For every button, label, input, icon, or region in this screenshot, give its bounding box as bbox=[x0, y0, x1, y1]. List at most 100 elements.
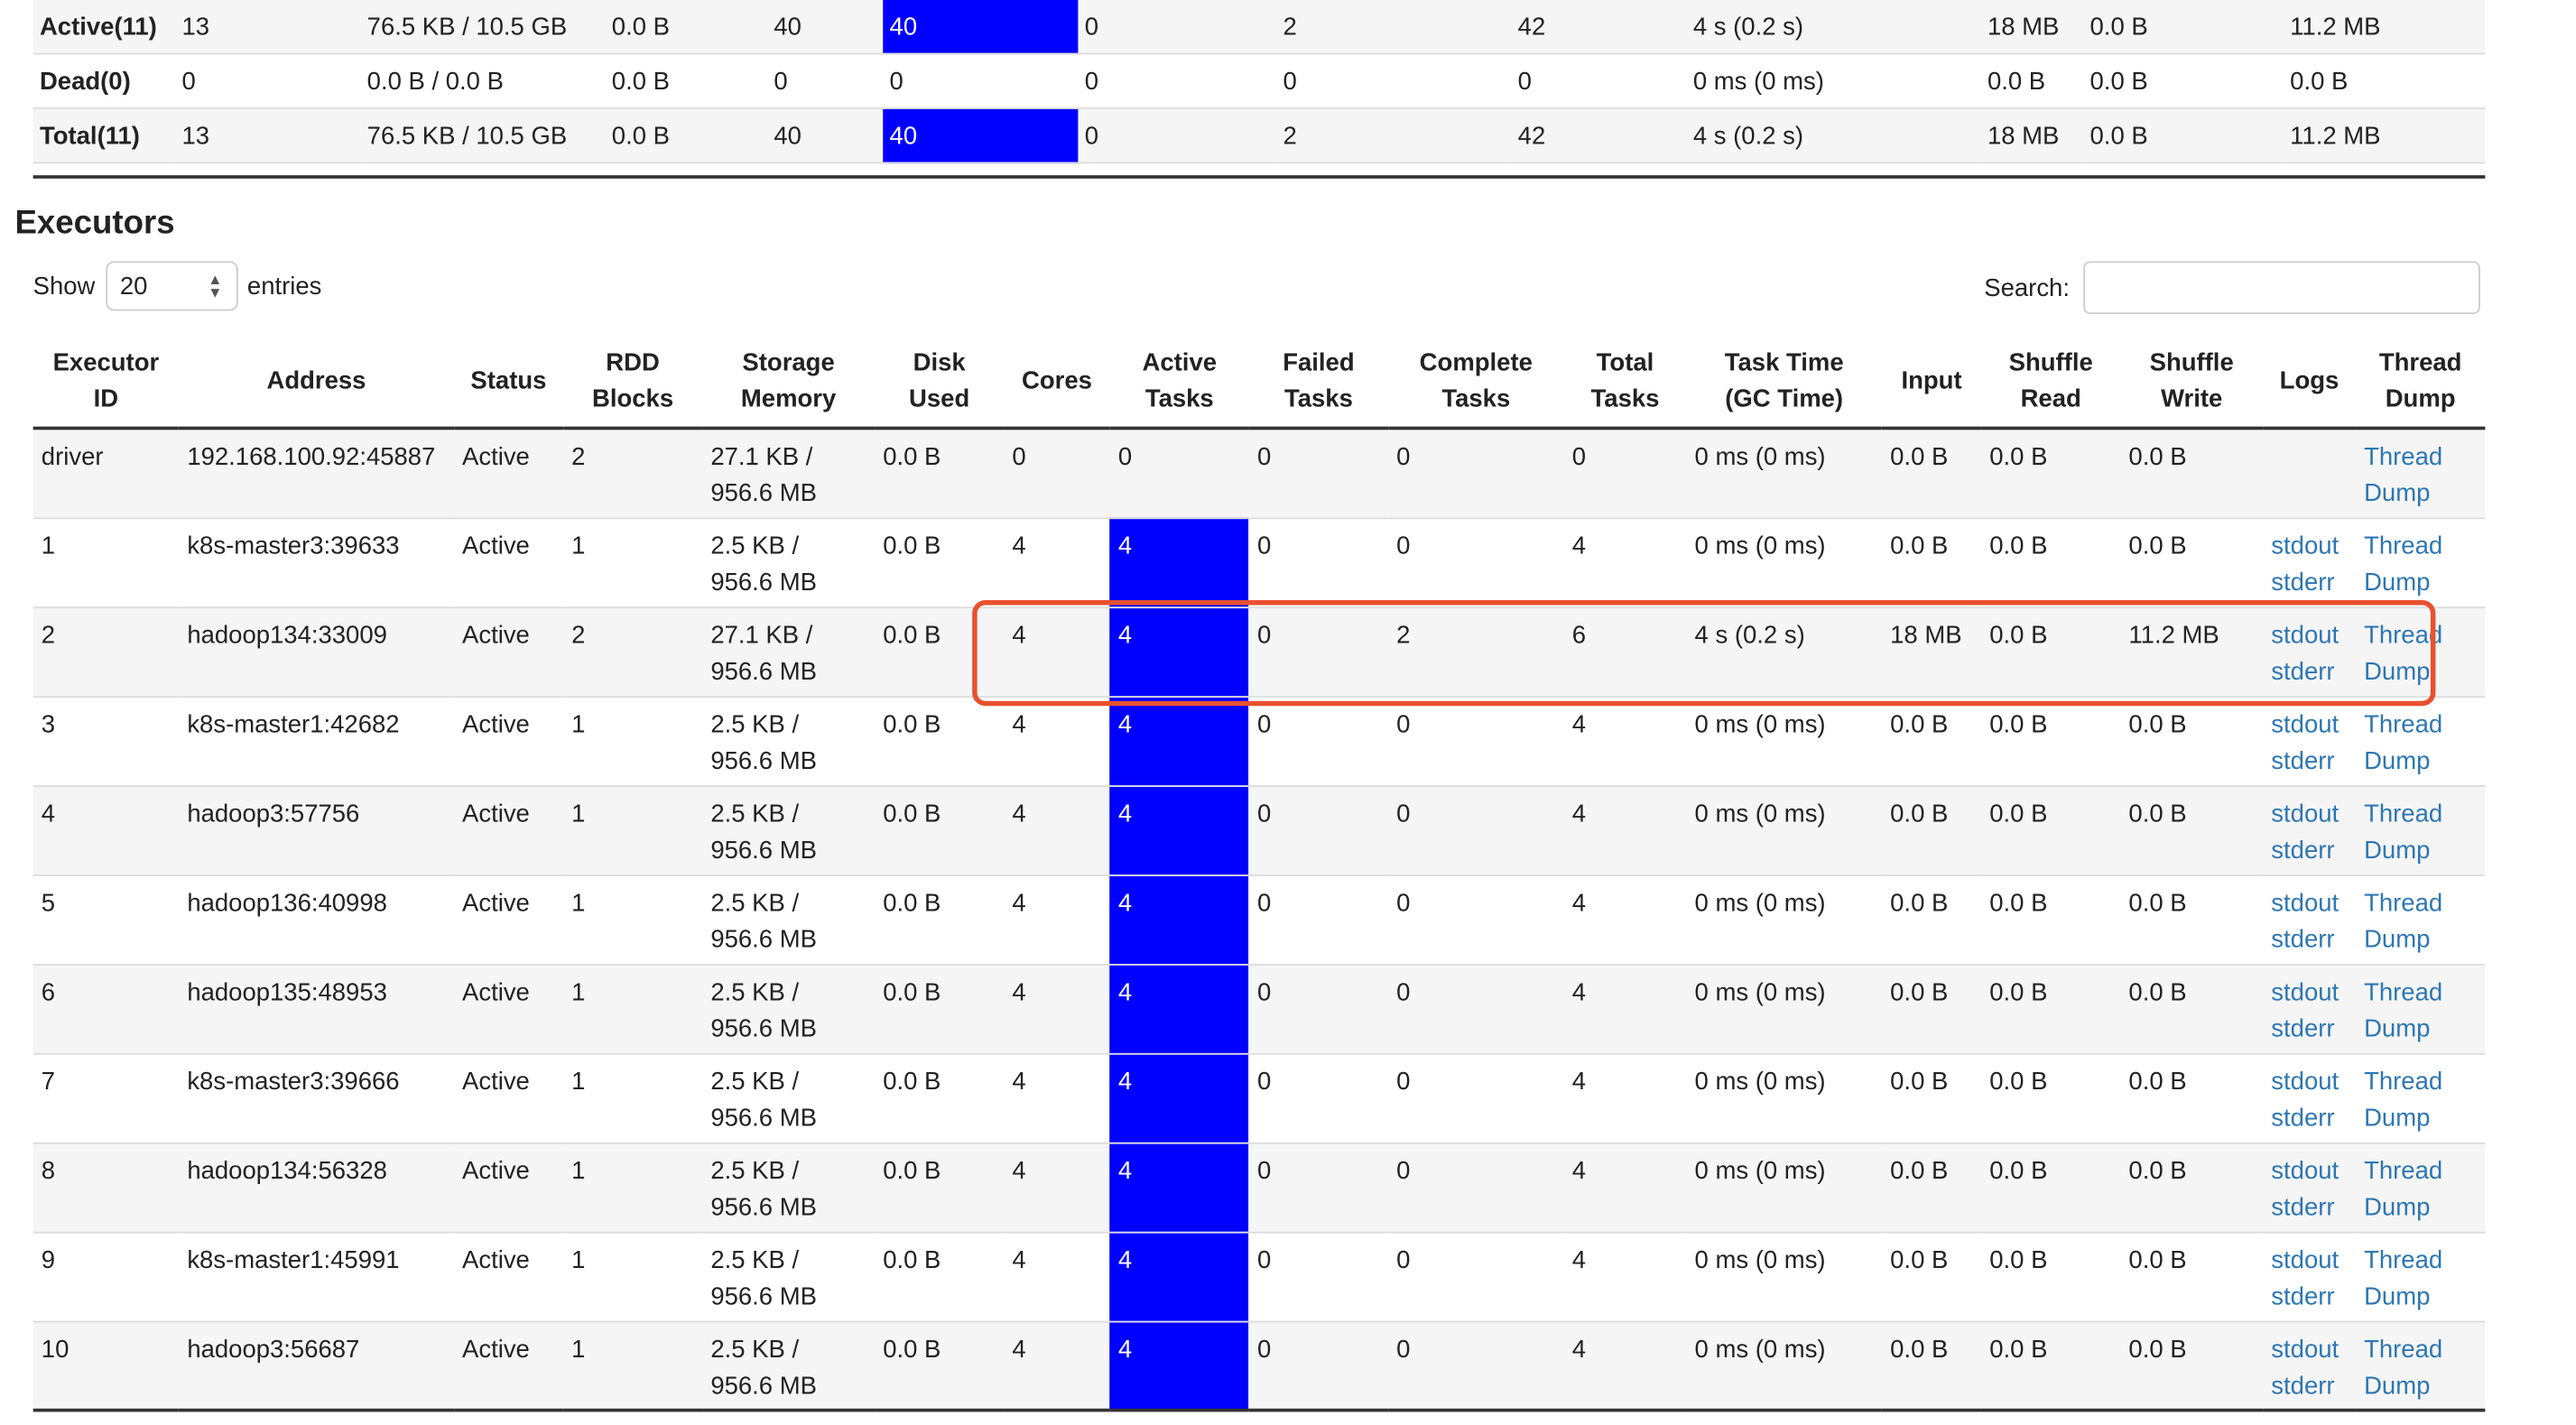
cell-address: k8s-master3:39666 bbox=[179, 1052, 454, 1143]
cell-logs: stdout stderr bbox=[2263, 1142, 2356, 1233]
summary-row: Total(11) 13 76.5 KB / 10.5 GB 0.0 B 40 40 0 2 4… bbox=[32, 107, 2486, 163]
cell-status: Active bbox=[453, 428, 563, 519]
stdout-link[interactable]: stdout bbox=[2271, 1243, 2347, 1279]
table-row: 5 hadoop136:40998 Active 1 2.5 KB / 956.6 MB 0… bbox=[32, 874, 2486, 965]
cell-cores: 4 bbox=[1004, 963, 1110, 1054]
column-header[interactable]: Storage Memory bbox=[702, 337, 876, 430]
thread-dump-link[interactable]: Thread Dump bbox=[2364, 796, 2477, 869]
stdout-link[interactable]: stdout bbox=[2271, 1153, 2347, 1189]
stderr-link[interactable]: stderr bbox=[2271, 565, 2347, 601]
thread-dump-link[interactable]: Thread Dump bbox=[2364, 1153, 2477, 1226]
cell-cores: 4 bbox=[1004, 1142, 1110, 1233]
summary-cell: 0.0 B bbox=[611, 121, 670, 150]
summary-row: Active(11) 13 76.5 KB / 10.5 GB 0.0 B 40 40 0 2… bbox=[32, 0, 2486, 54]
cell-sread: 0.0 B bbox=[1981, 1320, 2121, 1412]
column-header-line1: Active bbox=[1142, 348, 1218, 377]
cell-address: hadoop134:33009 bbox=[179, 606, 454, 698]
stdout-link[interactable]: stdout bbox=[2271, 1064, 2347, 1100]
cell-failed: 0 bbox=[1248, 606, 1389, 698]
stderr-link[interactable]: stderr bbox=[2271, 1279, 2347, 1315]
cell-cores: 4 bbox=[1004, 1231, 1110, 1322]
column-header[interactable]: Task Time (GC Time) bbox=[1686, 337, 1882, 430]
stderr-link[interactable]: stderr bbox=[2271, 743, 2347, 779]
stdout-link[interactable]: stdout bbox=[2271, 707, 2347, 743]
cell-disk: 0.0 B bbox=[875, 696, 1005, 787]
thread-dump-link[interactable]: Thread Dump bbox=[2364, 1332, 2477, 1405]
stdout-link[interactable]: stdout bbox=[2271, 1332, 2347, 1368]
stderr-link[interactable]: stderr bbox=[2271, 1100, 2347, 1136]
cell-swrite: 0.0 B bbox=[2120, 1052, 2264, 1143]
column-header[interactable]: Logs bbox=[2263, 337, 2356, 430]
stdout-link[interactable]: stdout bbox=[2271, 528, 2347, 564]
entries-select[interactable]: 20 ▲ ▼ bbox=[105, 261, 237, 311]
column-header[interactable]: Input bbox=[1881, 337, 1982, 430]
cell-failed: 0 bbox=[1248, 785, 1389, 875]
column-header-line1: Failed bbox=[1283, 348, 1355, 377]
storage-memory-used: 2.5 KB / bbox=[710, 1067, 800, 1096]
thread-dump-link[interactable]: Thread Dump bbox=[2364, 975, 2477, 1048]
stderr-link[interactable]: stderr bbox=[2271, 921, 2347, 958]
column-header[interactable]: Total Tasks bbox=[1563, 337, 1687, 430]
column-header[interactable]: Thread Dump bbox=[2355, 337, 2486, 430]
storage-memory-total: 956.6 MB bbox=[710, 1103, 817, 1132]
summary-cell: 13 bbox=[181, 121, 210, 150]
cell-cores: 4 bbox=[1004, 1320, 1110, 1412]
cell-disk: 0.0 B bbox=[875, 963, 1005, 1054]
column-header[interactable]: Disk Used bbox=[875, 337, 1005, 430]
thread-dump-text-1: Thread bbox=[2364, 620, 2443, 650]
thread-dump-link[interactable]: Thread Dump bbox=[2364, 1064, 2477, 1137]
thread-dump-text-2: Dump bbox=[2364, 1103, 2431, 1132]
column-header-line1: Thread bbox=[2378, 348, 2462, 377]
column-header[interactable]: Shuffle Write bbox=[2120, 337, 2264, 430]
thread-dump-link[interactable]: Thread Dump bbox=[2364, 707, 2477, 780]
cell-input: 0.0 B bbox=[1881, 428, 1982, 519]
storage-memory-used: 2.5 KB / bbox=[710, 531, 800, 560]
cell-dump: Thread Dump bbox=[2355, 517, 2486, 608]
show-label: Show bbox=[32, 272, 96, 301]
cell-disk: 0.0 B bbox=[875, 1052, 1005, 1143]
cell-time: 0 ms (0 ms) bbox=[1686, 785, 1882, 875]
storage-memory-used: 27.1 KB / bbox=[710, 442, 813, 472]
stderr-link[interactable]: stderr bbox=[2271, 832, 2347, 868]
storage-memory-total: 956.6 MB bbox=[710, 1013, 817, 1043]
stdout-link[interactable]: stdout bbox=[2271, 796, 2347, 832]
stderr-link[interactable]: stderr bbox=[2271, 1368, 2347, 1404]
cell-sread: 0.0 B bbox=[1981, 1231, 2121, 1322]
thread-dump-link[interactable]: Thread Dump bbox=[2364, 1243, 2477, 1316]
executors-summary-table: Active(11) 13 76.5 KB / 10.5 GB 0.0 B 40 40 0 2… bbox=[32, 0, 2486, 163]
column-header-line2: Used bbox=[909, 384, 970, 413]
thread-dump-link[interactable]: Thread Dump bbox=[2364, 617, 2477, 690]
column-header-line2: Write bbox=[2161, 384, 2223, 413]
stderr-link[interactable]: stderr bbox=[2271, 1011, 2347, 1047]
stdout-link[interactable]: stdout bbox=[2271, 617, 2347, 653]
column-header[interactable]: Cores bbox=[1004, 337, 1110, 430]
stderr-link[interactable]: stderr bbox=[2271, 654, 2347, 690]
thread-dump-text-2: Dump bbox=[2364, 1371, 2431, 1400]
search-input[interactable] bbox=[2082, 261, 2480, 315]
thread-dump-link[interactable]: Thread Dump bbox=[2364, 528, 2477, 601]
cell-logs: stdout stderr bbox=[2263, 963, 2356, 1054]
thread-dump-link[interactable]: Thread Dump bbox=[2364, 885, 2477, 958]
cell-time: 0 ms (0 ms) bbox=[1686, 1320, 1882, 1412]
cell-rdd: 1 bbox=[562, 874, 703, 965]
column-header[interactable]: RDD Blocks bbox=[562, 337, 703, 430]
summary-cell: 0.0 B bbox=[2090, 121, 2148, 150]
cell-id: 3 bbox=[32, 696, 180, 787]
thread-dump-text-2: Dump bbox=[2364, 479, 2431, 508]
cell-complete: 0 bbox=[1388, 785, 1564, 875]
column-header[interactable]: Status bbox=[453, 337, 563, 430]
column-header-line1: RDD bbox=[606, 348, 660, 377]
column-header[interactable]: Failed Tasks bbox=[1248, 337, 1389, 430]
thread-dump-link[interactable]: Thread Dump bbox=[2364, 440, 2477, 513]
column-header[interactable]: Active Tasks bbox=[1109, 337, 1249, 430]
cell-logs: stdout stderr bbox=[2263, 606, 2356, 698]
stderr-link[interactable]: stderr bbox=[2271, 1189, 2347, 1226]
storage-memory-used: 27.1 KB / bbox=[710, 620, 813, 650]
stdout-link[interactable]: stdout bbox=[2271, 885, 2347, 921]
column-header[interactable]: Address bbox=[179, 337, 454, 430]
column-header[interactable]: Complete Tasks bbox=[1388, 337, 1564, 430]
column-header[interactable]: Executor ID bbox=[32, 337, 180, 430]
stdout-link[interactable]: stdout bbox=[2271, 975, 2347, 1011]
storage-memory-total: 956.6 MB bbox=[710, 1282, 817, 1310]
column-header[interactable]: Shuffle Read bbox=[1981, 337, 2121, 430]
